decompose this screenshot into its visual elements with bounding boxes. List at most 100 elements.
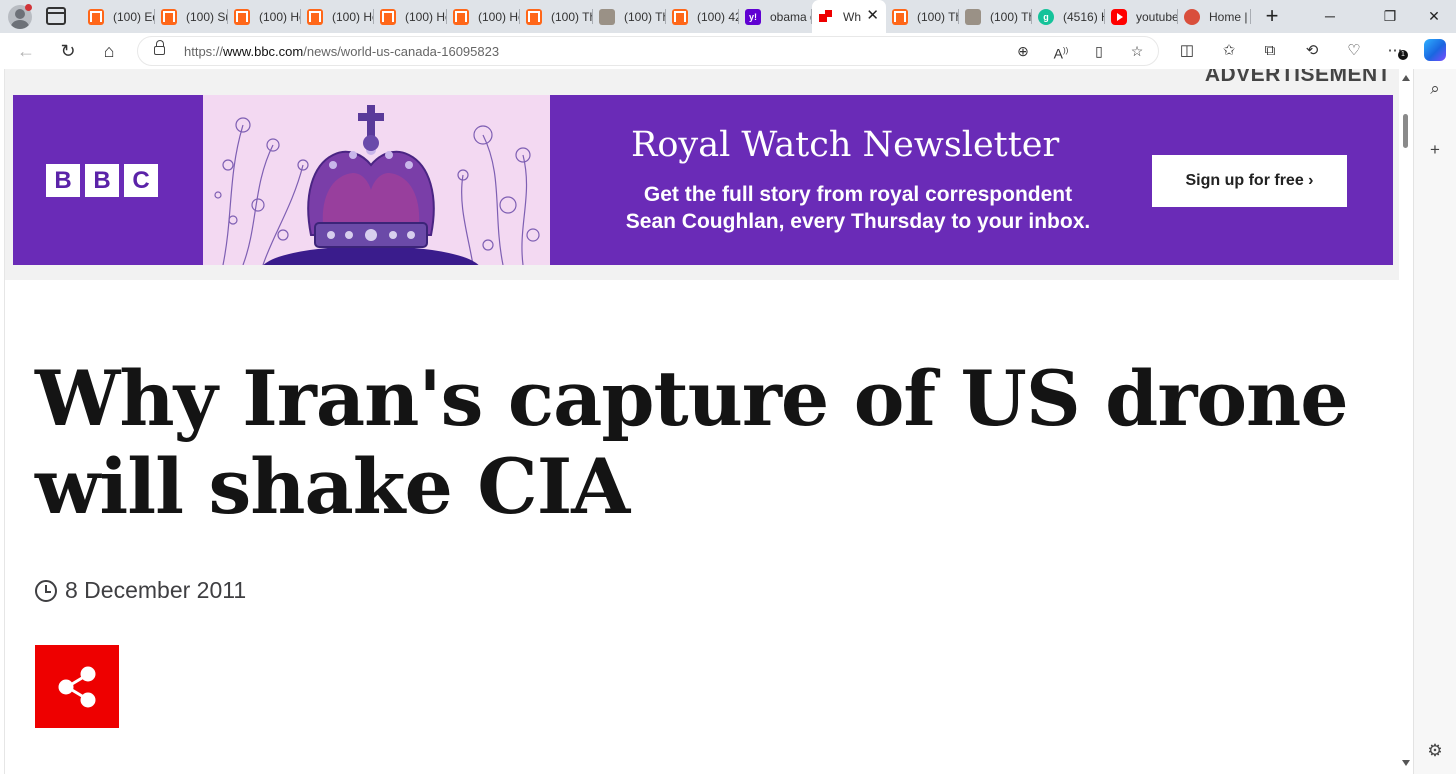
substack-icon [892, 8, 908, 25]
substack-icon [453, 8, 469, 25]
close-tab-icon[interactable]: ✕ [866, 8, 879, 23]
restore-button[interactable]: ❐ [1382, 8, 1398, 24]
bbc-logo-letter: C [124, 164, 158, 197]
image-icon [599, 8, 615, 25]
article-title: Why Iran's capture of US drone will shak… [35, 354, 1349, 531]
tab[interactable]: youtube [1105, 0, 1178, 33]
minimize-button[interactable]: ─ [1322, 8, 1338, 24]
tab-label: (4516) H [1063, 9, 1105, 24]
page-scrollbar[interactable] [1399, 69, 1413, 774]
tab[interactable]: (100) Ho [228, 0, 301, 33]
advertisement-area: ADVERTISEMENT B B C Royal Watch Newslett… [5, 69, 1401, 280]
substack-icon [161, 8, 177, 25]
tab[interactable]: (100) 42 [666, 0, 739, 33]
tab[interactable]: (100) Th [520, 0, 593, 33]
tab-strip: (100) Ed (100) Su (100) Ho (100) Ho (100) Ho… [0, 0, 1456, 33]
crown-illustration [203, 95, 550, 265]
tab[interactable]: Home | [1178, 0, 1251, 33]
zoom-icon[interactable]: ⊕ [1014, 42, 1032, 60]
home-button[interactable]: ⌂ [97, 39, 121, 63]
youtube-icon [1111, 8, 1127, 25]
substack-icon [672, 8, 688, 25]
tab[interactable]: (100) Ed [82, 0, 155, 33]
tab-label: (100) Th [624, 9, 666, 24]
url-text[interactable]: https://www.bbc.com/news/world-us-canada… [184, 44, 499, 59]
tab[interactable]: (100) Ho [301, 0, 374, 33]
tab-active[interactable]: Wh ✕ [812, 0, 886, 33]
sidebar-add-icon[interactable]: + [1425, 140, 1445, 160]
address-bar[interactable]: https://www.bbc.com/news/world-us-canada… [137, 36, 1159, 66]
bbc-icon [818, 9, 834, 25]
new-tab-button[interactable]: + [1262, 5, 1282, 27]
close-window-button[interactable]: ✕ [1426, 8, 1442, 24]
tab-label: (100) Ho [478, 9, 520, 24]
tab-label: (100) Th [990, 9, 1032, 24]
tab-label: (100) Ho [332, 9, 374, 24]
sidebar-search-icon[interactable]: ⌕ [1425, 79, 1445, 99]
bbc-logo-letter: B [46, 164, 80, 197]
tab-label: (100) Su [186, 9, 228, 24]
immersive-reader-icon[interactable]: ▯ [1090, 42, 1108, 60]
bbc-logo-letter: B [85, 164, 119, 197]
scrollbar-thumb[interactable] [1403, 114, 1408, 148]
refresh-button[interactable]: ↻ [56, 39, 80, 63]
tab[interactable]: y! obama g [739, 0, 812, 33]
favorites-icon[interactable]: ✩ [1218, 40, 1240, 62]
ad-body-text: Get the full story from royal correspond… [613, 181, 1103, 235]
substack-icon [526, 8, 542, 25]
history-icon[interactable]: ⟲ [1301, 40, 1323, 62]
collections-icon[interactable]: ⧉ [1259, 40, 1281, 62]
copilot-icon[interactable] [1424, 39, 1446, 61]
home-icon [1184, 8, 1200, 25]
crown-icon [214, 105, 540, 265]
profile-notification-dot [25, 4, 32, 11]
edge-sidebar: ⌕ + ⚙ [1413, 69, 1456, 774]
tab-label: (100) Th [551, 9, 593, 24]
share-button[interactable] [35, 645, 119, 728]
tab-label: (100) Ed [113, 9, 155, 24]
bbc-logo: B B C [46, 164, 158, 197]
tab-label: Home | [1209, 9, 1248, 24]
browser-essentials-icon[interactable]: ♡ [1343, 40, 1365, 62]
tab-label: (100) 42 [697, 9, 739, 24]
extension-badge: 1 [1398, 50, 1408, 60]
browser-toolbar: ← ↻ ⌂ https://www.bbc.com/news/world-us-… [0, 33, 1456, 69]
tab-label: Wh [843, 9, 861, 24]
tab-label: obama g [770, 9, 812, 24]
scroll-down-arrow-icon[interactable] [1402, 760, 1410, 766]
back-button[interactable]: ← [14, 39, 38, 63]
image-icon [965, 8, 981, 25]
tab[interactable]: g (4516) H [1032, 0, 1105, 33]
tab[interactable]: (100) Ho [374, 0, 447, 33]
lock-icon[interactable] [154, 40, 165, 55]
sidebar-settings-gear-icon[interactable]: ⚙ [1425, 741, 1445, 761]
substack-icon [307, 8, 323, 25]
share-icon [58, 666, 96, 708]
substack-icon [88, 8, 104, 25]
yahoo-icon: y! [745, 8, 761, 25]
newsletter-ad-banner[interactable]: B B C Royal Watch Newsletter Get the ful… [13, 95, 1393, 265]
tab[interactable]: (100) Th [959, 0, 1032, 33]
sign-up-button[interactable]: Sign up for free › [1152, 155, 1347, 207]
tab-list: (100) Ed (100) Su (100) Ho (100) Ho (100) Ho… [82, 0, 1251, 33]
ad-headline: Royal Watch Newsletter [631, 125, 1060, 165]
clock-icon [35, 579, 57, 602]
scroll-up-arrow-icon[interactable] [1402, 75, 1410, 81]
favorite-star-icon[interactable]: ☆ [1128, 42, 1146, 60]
tab-actions-menu-icon[interactable] [46, 7, 66, 25]
substack-icon [234, 8, 250, 25]
grammarly-icon: g [1038, 8, 1054, 25]
tab-label: (100) Ho [259, 9, 301, 24]
tab-label: (100) Th [917, 9, 959, 24]
split-screen-icon[interactable]: ◫ [1176, 40, 1198, 62]
tab[interactable]: (100) Ho [447, 0, 520, 33]
read-aloud-icon[interactable]: A)) [1052, 42, 1070, 62]
tab[interactable]: (100) Su [155, 0, 228, 33]
tab[interactable]: (100) Th [593, 0, 666, 33]
ad-body-line: Get the full story from royal correspond… [643, 183, 1073, 206]
tab-label: youtube [1136, 9, 1178, 24]
ad-body-line: Sean Coughlan, every Thursday to your in… [625, 210, 1091, 233]
tab[interactable]: (100) Th [886, 0, 959, 33]
article-date: 8 December 2011 [35, 577, 246, 604]
substack-icon [380, 8, 396, 25]
